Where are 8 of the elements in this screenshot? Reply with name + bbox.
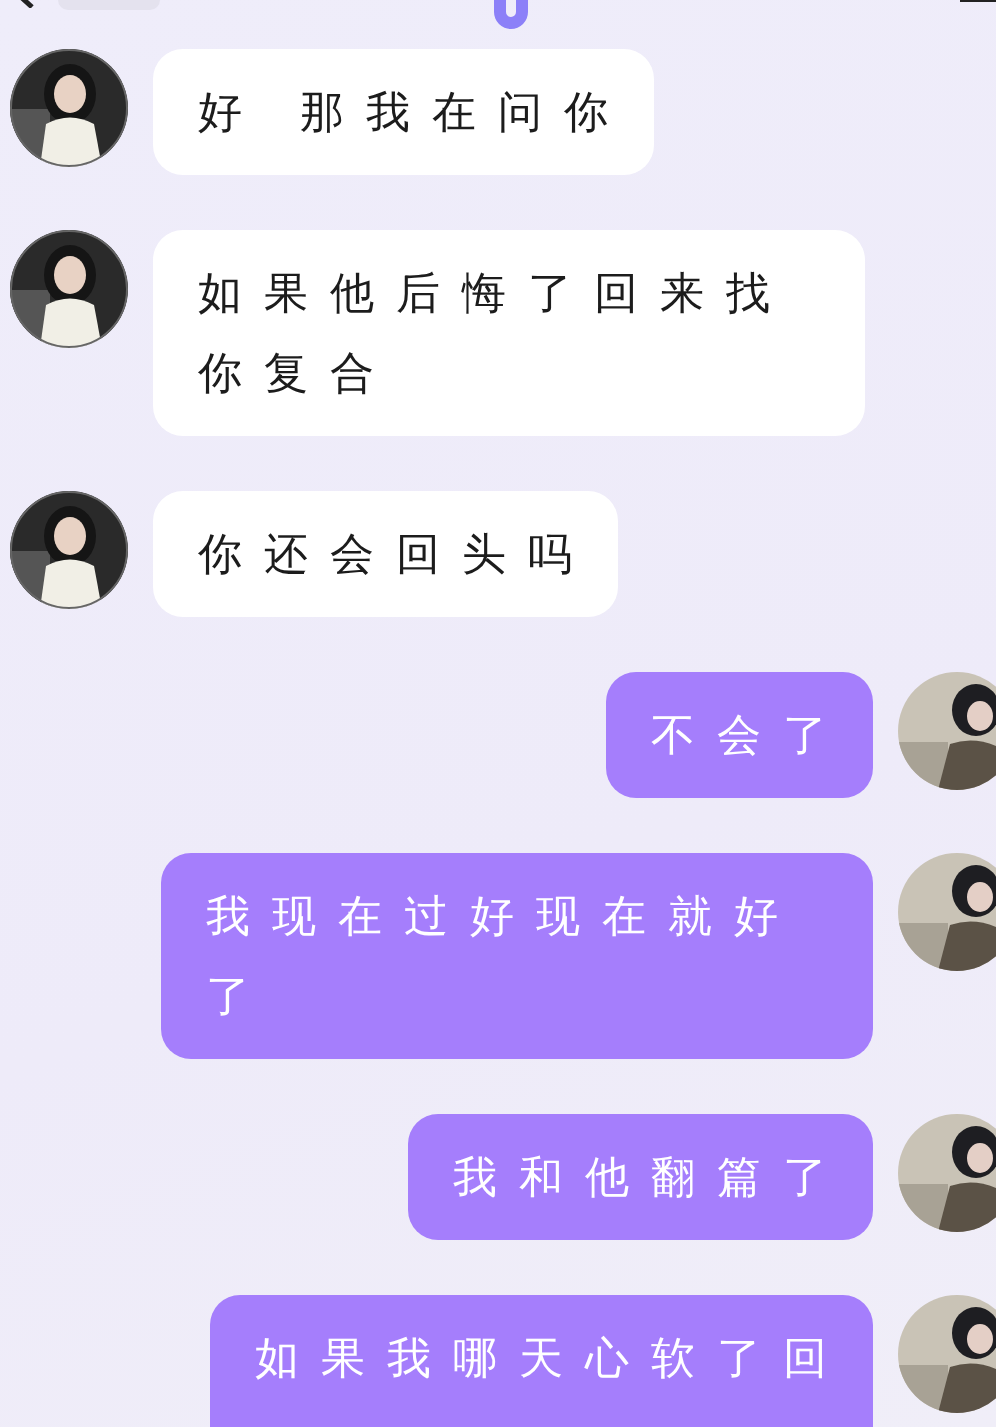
header-line	[960, 0, 996, 2]
message-bubble: 如果我哪天心软了回	[210, 1295, 873, 1427]
message-bubble: 好 那我在问你	[153, 49, 654, 175]
message-bubble: 你还会回头吗	[153, 491, 618, 617]
message-bubble: 如果他后悔了回来找你复合	[153, 230, 865, 436]
message-bubble: 我和他翻篇了	[408, 1114, 873, 1240]
message-bubble: 不会了	[606, 672, 873, 798]
message-bubble: 我现在过好现在就好了	[161, 853, 873, 1059]
